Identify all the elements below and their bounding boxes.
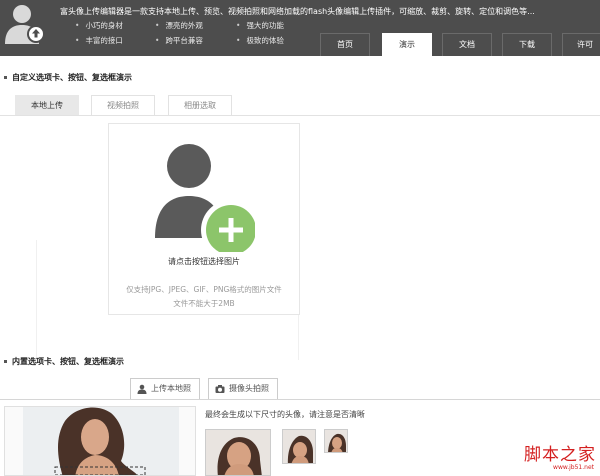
feature-item: 小巧的身材 (75, 20, 123, 31)
avatar-preview-image (283, 430, 315, 463)
feature-item: 强大的功能 (236, 20, 284, 31)
nav-tab-demo[interactable]: 演示 (382, 33, 432, 56)
tab-local-upload[interactable]: 本地上传 (15, 95, 79, 115)
upload-panel: 请点击按钮选择图片 仅支持JPG、JPEG、GIF、PNG格式的图片文件 文件不… (108, 123, 300, 315)
format-hint: 仅支持JPG、JPEG、GIF、PNG格式的图片文件 (126, 285, 282, 294)
feature-item: 丰富的接口 (75, 35, 123, 46)
bullet-square-icon (4, 360, 7, 363)
nav-tab-license[interactable]: 许可 (562, 33, 600, 56)
tab-upload-local-photo[interactable]: 上传本地照 (130, 378, 200, 399)
tab-label: 上传本地照 (151, 384, 191, 393)
tab-album-select[interactable]: 相册选取 (168, 95, 232, 115)
select-image-button[interactable] (155, 132, 255, 252)
feature-item: 跨平台兼容 (155, 35, 203, 46)
section-title: 内置选项卡、按钮、复选框演示 (4, 356, 124, 367)
tab-label: 摄像头拍照 (229, 384, 269, 393)
feature-item: 漂亮的外观 (155, 20, 203, 31)
feature-item: 极致的体验 (236, 35, 284, 46)
avatar-upload-logo-icon (5, 5, 45, 44)
crop-photo-image (23, 407, 179, 475)
user-icon (137, 384, 147, 394)
section-title: 自定义选项卡、按钮、复选框演示 (4, 72, 132, 83)
guide-line (36, 240, 37, 360)
avatar-size-note: 最终会生成以下尺寸的头像，请注意是否清晰 (205, 410, 365, 419)
tab-video-capture[interactable]: 视频拍照 (91, 95, 155, 115)
crop-preview-area[interactable] (4, 406, 196, 476)
watermark-title: 脚本之家 (524, 445, 596, 465)
nav-tab-download[interactable]: 下载 (502, 33, 552, 56)
choose-image-text: 请点击按钮选择图片 (168, 257, 240, 266)
watermark-url: www.jb51.net (553, 464, 594, 471)
watermark: 脚本之家 www.jb51.net (512, 440, 598, 474)
intro-text: 富头像上传编辑器是一款支持本地上传、预览、视频拍照和网络加载的flash头像编辑… (60, 7, 535, 16)
avatar-preview-image (206, 430, 270, 475)
tabs-divider (0, 399, 600, 400)
avatar-preview-small (324, 429, 348, 453)
avatar-preview-image (325, 430, 347, 452)
size-hint: 文件不能大于2MB (173, 299, 235, 308)
bullet-square-icon (4, 76, 7, 79)
avatar-preview-large (205, 429, 271, 476)
nav-tab-docs[interactable]: 文档 (442, 33, 492, 56)
tab-camera-capture[interactable]: 摄像头拍照 (208, 378, 278, 399)
tabs-divider (0, 115, 600, 116)
header-bar: 富头像上传编辑器是一款支持本地上传、预览、视频拍照和网络加载的flash头像编辑… (0, 0, 600, 56)
nav-tab-home[interactable]: 首页 (320, 33, 370, 56)
camera-icon (215, 385, 225, 393)
avatar-preview-medium (282, 429, 316, 464)
